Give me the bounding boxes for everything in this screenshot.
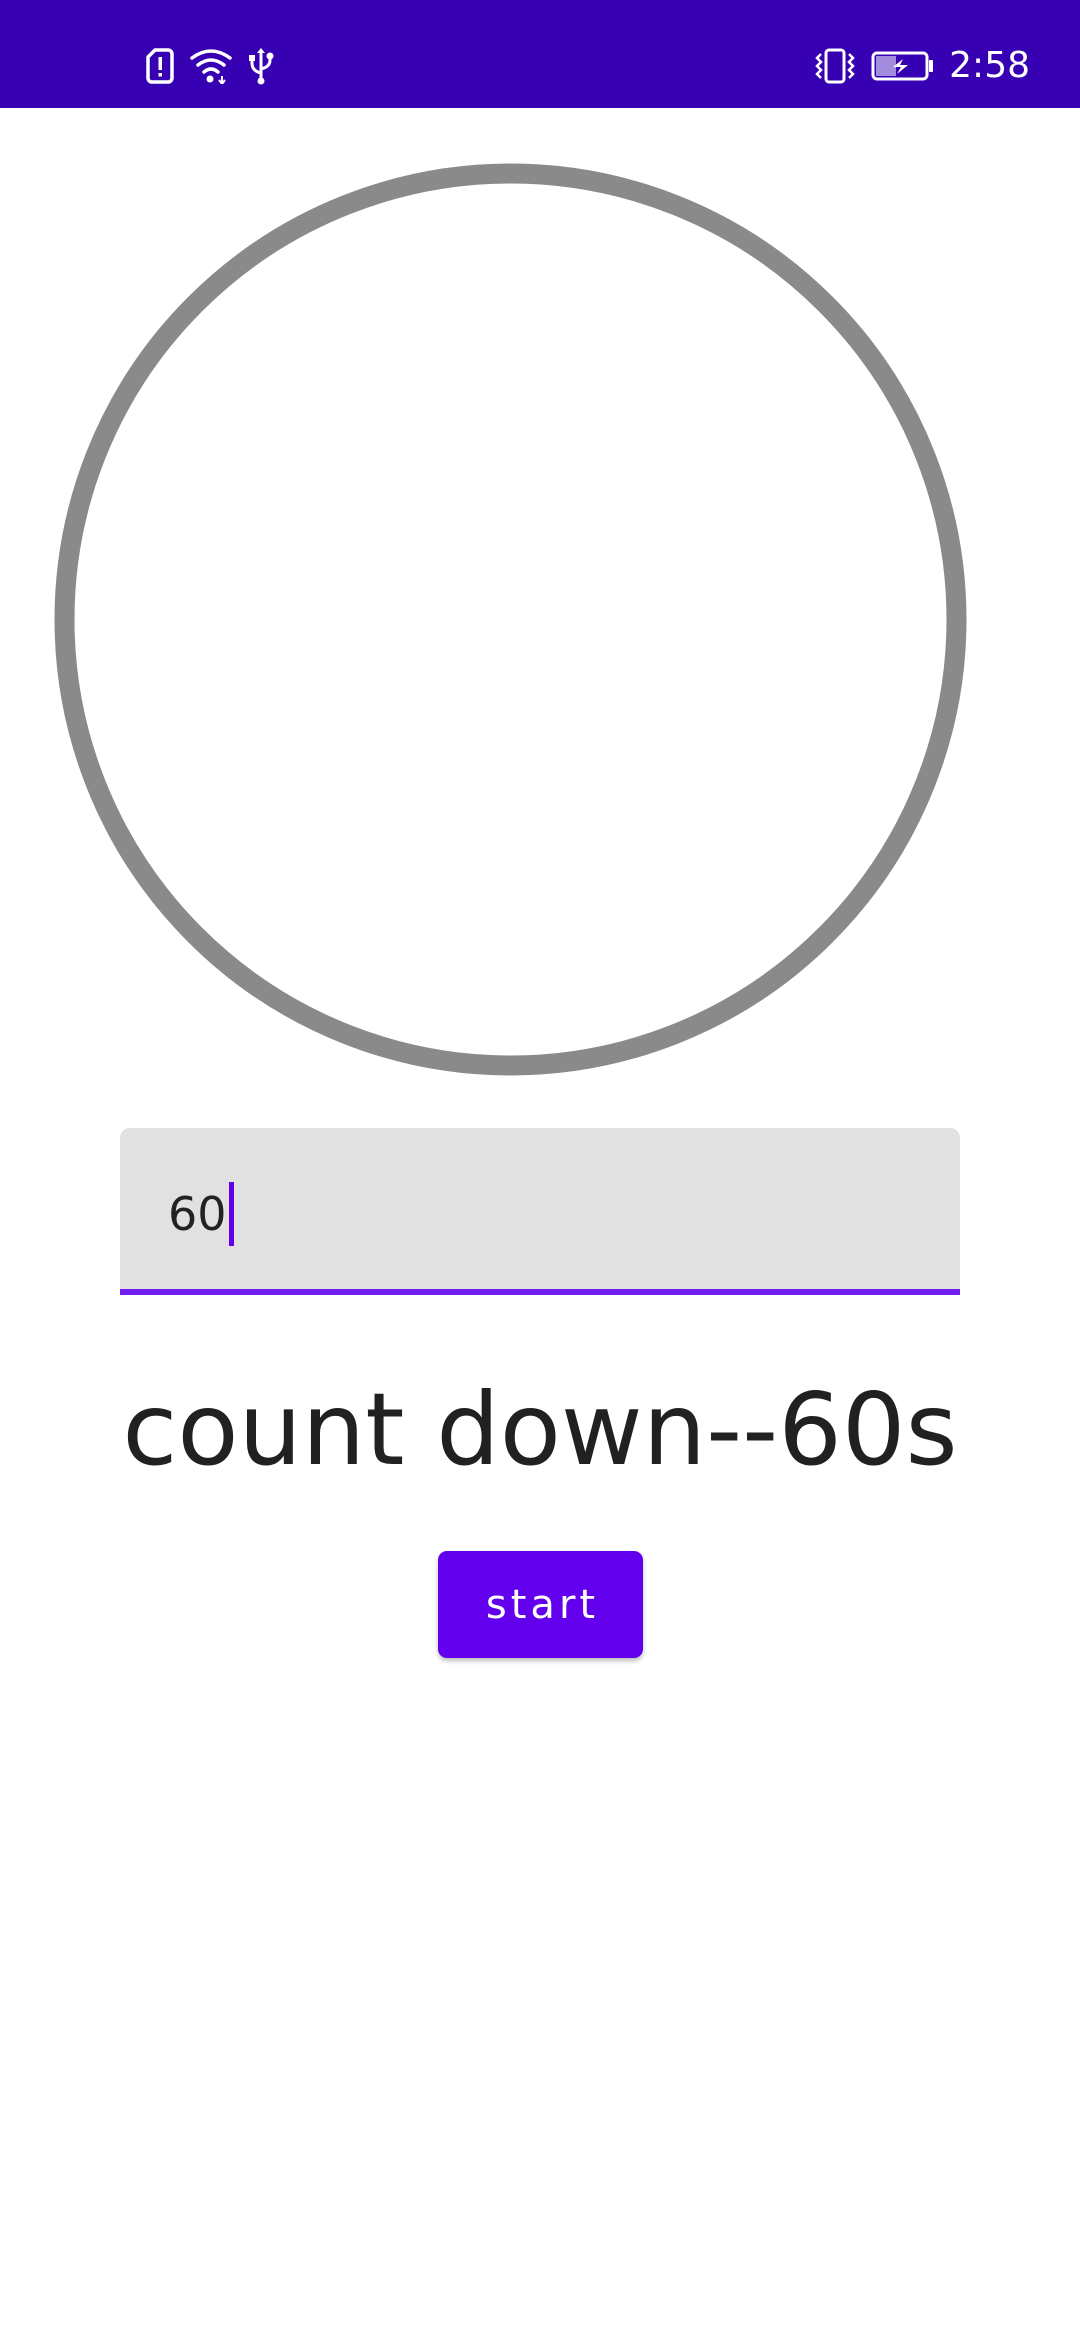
status-left-icons bbox=[146, 46, 274, 86]
wifi-icon bbox=[190, 48, 232, 84]
timer-ring bbox=[53, 162, 968, 1077]
seconds-input[interactable]: 60 bbox=[120, 1128, 960, 1295]
start-button[interactable]: start bbox=[438, 1551, 643, 1658]
usb-icon bbox=[248, 47, 274, 85]
input-underline bbox=[120, 1289, 960, 1295]
status-right-icons: 2:58 bbox=[813, 40, 1030, 92]
battery-charging-icon bbox=[871, 51, 935, 81]
seconds-input-value[interactable]: 60 bbox=[168, 1186, 227, 1242]
status-time: 2:58 bbox=[949, 45, 1030, 86]
text-cursor bbox=[228, 1182, 234, 1246]
status-bar: 2:58 bbox=[0, 0, 1080, 108]
sim-alert-icon bbox=[146, 48, 174, 84]
seconds-input-value-wrap[interactable]: 60 bbox=[168, 1182, 234, 1246]
vibrate-icon bbox=[813, 48, 857, 84]
timer-ring-track bbox=[54, 163, 967, 1076]
countdown-label: count down--60s bbox=[122, 1371, 958, 1488]
